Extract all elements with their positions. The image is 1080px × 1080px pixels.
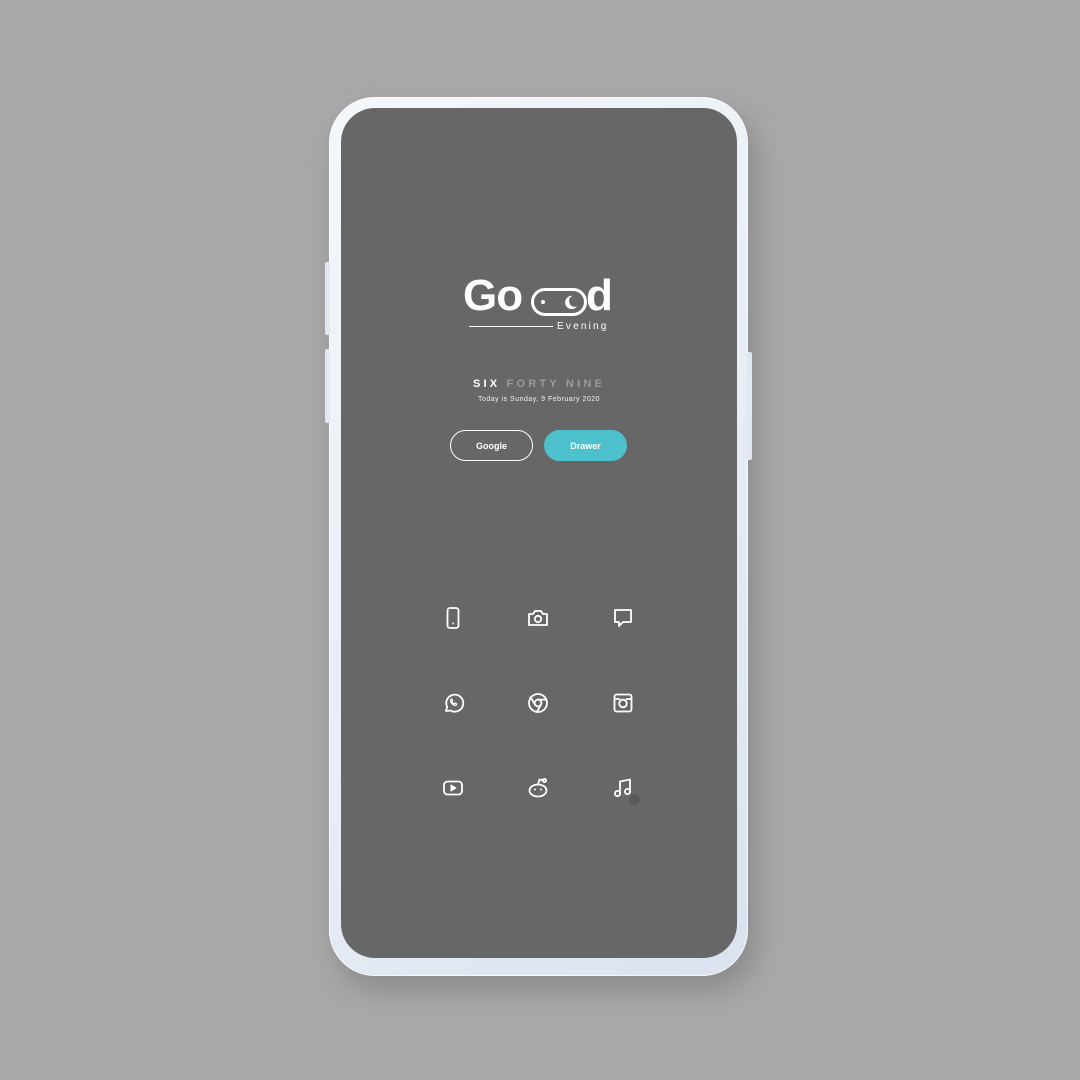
- greeting-text-d: d: [586, 271, 613, 320]
- date-text: Today is Sunday, 9 February 2020: [477, 396, 601, 403]
- whatsapp-icon[interactable]: [440, 690, 466, 716]
- touch-indicator: [629, 794, 640, 805]
- instagram-icon[interactable]: [610, 690, 636, 716]
- night-toggle-icon: [531, 288, 587, 316]
- clock-minutes: FORTY NINE: [506, 378, 606, 390]
- phone-icon[interactable]: [440, 605, 466, 631]
- volume-up-button: [325, 262, 330, 335]
- greeting-subtitle: Evening: [557, 321, 609, 332]
- youtube-icon[interactable]: [440, 775, 466, 801]
- clock-hour: SIX: [472, 378, 501, 390]
- google-button[interactable]: Google: [450, 430, 533, 461]
- reddit-icon[interactable]: [525, 775, 551, 801]
- greeting-text-go: Go: [463, 271, 523, 320]
- home-screen: Go d Evening SIX FORTY NINE Today is Sun…: [341, 108, 737, 958]
- greeting-divider: [469, 326, 553, 327]
- greeting-widget: Go d Evening: [463, 274, 613, 338]
- camera-icon[interactable]: [525, 605, 551, 631]
- chrome-icon[interactable]: [525, 690, 551, 716]
- messages-icon[interactable]: [610, 605, 636, 631]
- drawer-button[interactable]: Drawer: [544, 430, 627, 461]
- volume-down-button: [325, 349, 330, 423]
- power-button: [747, 352, 752, 460]
- clock-text: SIX FORTY NINE: [341, 378, 737, 390]
